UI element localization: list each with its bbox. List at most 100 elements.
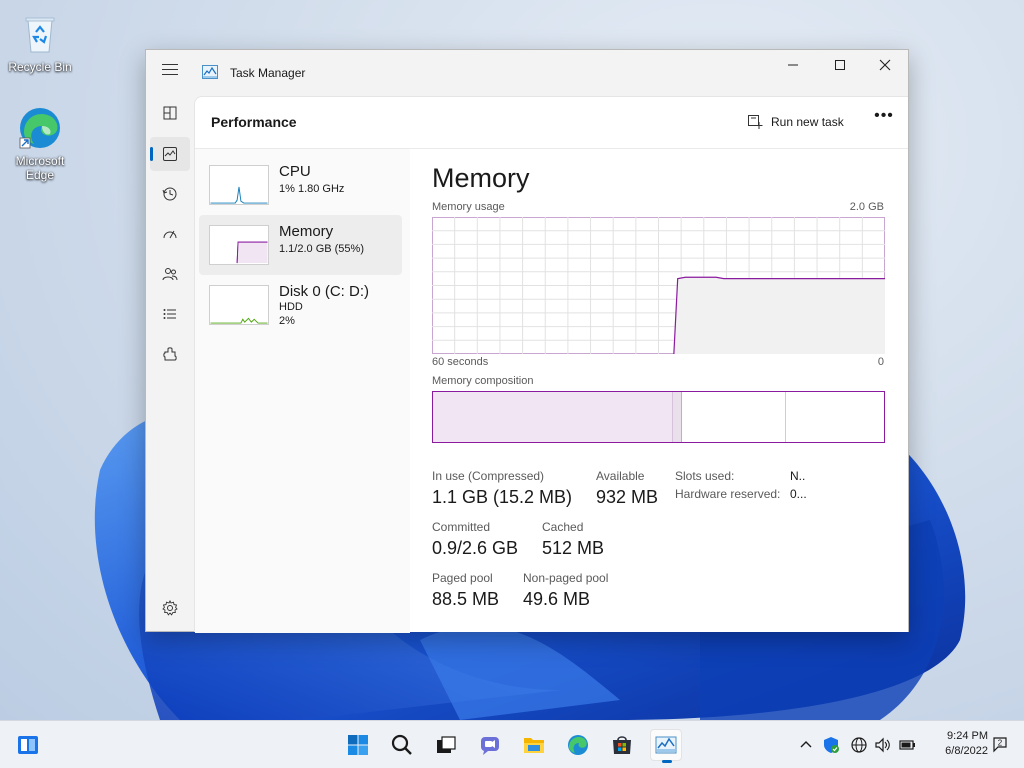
store-button[interactable] bbox=[606, 729, 638, 761]
memory-detail-panel: Memory Memory usage 2.0 GB 60 seconds 0 … bbox=[432, 149, 888, 633]
paged-pool-label: Paged pool bbox=[432, 571, 493, 585]
notification-center-button[interactable]: 2 bbox=[990, 734, 1010, 754]
show-hidden-icons-button[interactable] bbox=[796, 735, 816, 755]
task-view-icon bbox=[437, 736, 456, 753]
chat-button[interactable] bbox=[474, 729, 506, 761]
start-button[interactable] bbox=[342, 729, 374, 761]
non-paged-pool-label: Non-paged pool bbox=[523, 571, 609, 585]
memory-title: Memory bbox=[432, 163, 530, 193]
device-name: CPU bbox=[279, 163, 311, 180]
close-icon bbox=[879, 59, 891, 71]
battery-icon bbox=[899, 740, 915, 750]
desktop-icon-edge[interactable]: Microsoft Edge bbox=[4, 104, 76, 182]
page-title: Performance bbox=[211, 114, 297, 130]
widgets-button[interactable] bbox=[12, 729, 44, 761]
nav-services[interactable] bbox=[150, 337, 190, 371]
in-use-value: 1.1 GB (15.2 MB) bbox=[432, 487, 573, 507]
startup-apps-icon bbox=[163, 230, 177, 239]
battery-tray-button[interactable] bbox=[897, 735, 917, 755]
nav-startup-apps[interactable] bbox=[150, 217, 190, 251]
device-item-memory[interactable]: Memory 1.1/2.0 GB (55%) bbox=[199, 215, 402, 275]
widgets-icon bbox=[18, 736, 38, 754]
volume-icon bbox=[875, 737, 890, 753]
hamburger-menu-icon[interactable] bbox=[162, 64, 178, 80]
close-button[interactable] bbox=[862, 50, 908, 80]
maximize-button[interactable] bbox=[817, 50, 863, 80]
search-icon bbox=[391, 734, 412, 755]
composition-modified bbox=[672, 392, 682, 442]
recycle-bin-icon bbox=[16, 10, 64, 58]
graph-time-right: 0 bbox=[877, 356, 884, 368]
run-new-task-button[interactable]: Run new task bbox=[747, 111, 844, 133]
more-options-button[interactable]: ••• bbox=[871, 108, 897, 131]
memory-composition-bar bbox=[432, 391, 885, 443]
nav-performance[interactable] bbox=[150, 137, 190, 171]
performance-content: Performance Run new task ••• CPU 1% 1.80… bbox=[194, 96, 908, 633]
edge-icon bbox=[568, 735, 588, 755]
users-icon bbox=[162, 268, 178, 281]
hardware-reserved-value: 0... bbox=[790, 487, 807, 501]
memory-thumbnail-graph bbox=[209, 225, 269, 265]
slots-used-label: Slots used: bbox=[675, 469, 735, 483]
non-paged-pool-value: 49.6 MB bbox=[523, 589, 591, 609]
processes-icon bbox=[163, 106, 177, 120]
minimize-button[interactable] bbox=[770, 50, 816, 80]
file-explorer-icon bbox=[524, 738, 544, 753]
available-label: Available bbox=[596, 469, 645, 483]
nav-rail bbox=[146, 96, 194, 632]
system-clock[interactable]: 9:24 PM 6/8/2022 bbox=[928, 729, 988, 759]
cached-value: 512 MB bbox=[542, 538, 605, 558]
clock-date: 6/8/2022 bbox=[945, 745, 988, 757]
composition-standby bbox=[681, 392, 785, 442]
network-tray-button[interactable] bbox=[849, 735, 869, 755]
settings-icon bbox=[162, 600, 178, 616]
nav-settings[interactable] bbox=[150, 639, 190, 673]
minimize-icon bbox=[788, 64, 798, 66]
notification-count: 2 bbox=[998, 739, 1003, 748]
volume-tray-button[interactable] bbox=[873, 735, 893, 755]
task-manager-taskbar-button[interactable] bbox=[650, 729, 682, 763]
services-icon bbox=[163, 347, 177, 361]
nav-details[interactable] bbox=[150, 297, 190, 331]
chat-icon bbox=[481, 737, 499, 755]
nav-users[interactable] bbox=[150, 257, 190, 291]
title-bar[interactable]: Task Manager bbox=[146, 50, 908, 96]
security-tray-button[interactable] bbox=[821, 735, 841, 755]
store-icon bbox=[613, 736, 631, 754]
search-button[interactable] bbox=[386, 729, 418, 761]
edge-icon bbox=[16, 104, 64, 152]
paged-pool-value: 88.5 MB bbox=[432, 589, 500, 609]
task-manager-window: Task Manager Performance Run new task ••… bbox=[145, 49, 909, 633]
start-icon bbox=[348, 735, 368, 755]
in-use-label: In use (Compressed) bbox=[432, 469, 545, 483]
disk-thumbnail-graph bbox=[209, 285, 269, 325]
hardware-reserved-label: Hardware reserved: bbox=[675, 487, 781, 501]
cpu-thumbnail-graph bbox=[209, 165, 269, 205]
details-icon bbox=[163, 309, 176, 319]
edge-taskbar-button[interactable] bbox=[562, 729, 594, 761]
composition-free bbox=[784, 392, 884, 442]
device-usage: 2% bbox=[279, 315, 295, 327]
memory-usage-label: Memory usage bbox=[432, 201, 505, 213]
device-detail: 1.1/2.0 GB (55%) bbox=[279, 243, 364, 255]
nav-app-history[interactable] bbox=[150, 177, 190, 211]
taskbar: 9:24 PM 6/8/2022 2 bbox=[0, 720, 1024, 768]
device-name: Memory bbox=[279, 223, 334, 240]
maximize-icon bbox=[835, 60, 845, 70]
running-indicator bbox=[662, 760, 672, 763]
memory-composition-label: Memory composition bbox=[432, 375, 534, 387]
desktop-icon-label: Recycle Bin bbox=[8, 60, 72, 74]
active-indicator bbox=[150, 147, 153, 161]
device-item-disk[interactable]: Disk 0 (C: D:) HDD 2% bbox=[199, 275, 402, 335]
desktop-icon-recycle-bin[interactable]: Recycle Bin bbox=[4, 10, 76, 74]
task-manager-icon bbox=[655, 736, 677, 754]
nav-processes[interactable] bbox=[150, 96, 190, 130]
task-view-button[interactable] bbox=[430, 729, 462, 761]
device-list: CPU 1% 1.80 GHz Memory 1.1/2.0 GB (55%) … bbox=[195, 149, 410, 633]
window-title: Task Manager bbox=[230, 66, 306, 80]
nav-settings-button[interactable] bbox=[150, 591, 190, 625]
file-explorer-button[interactable] bbox=[518, 729, 550, 761]
device-item-cpu[interactable]: CPU 1% 1.80 GHz bbox=[199, 155, 402, 215]
app-history-icon bbox=[162, 187, 177, 201]
composition-in-use bbox=[433, 392, 673, 442]
